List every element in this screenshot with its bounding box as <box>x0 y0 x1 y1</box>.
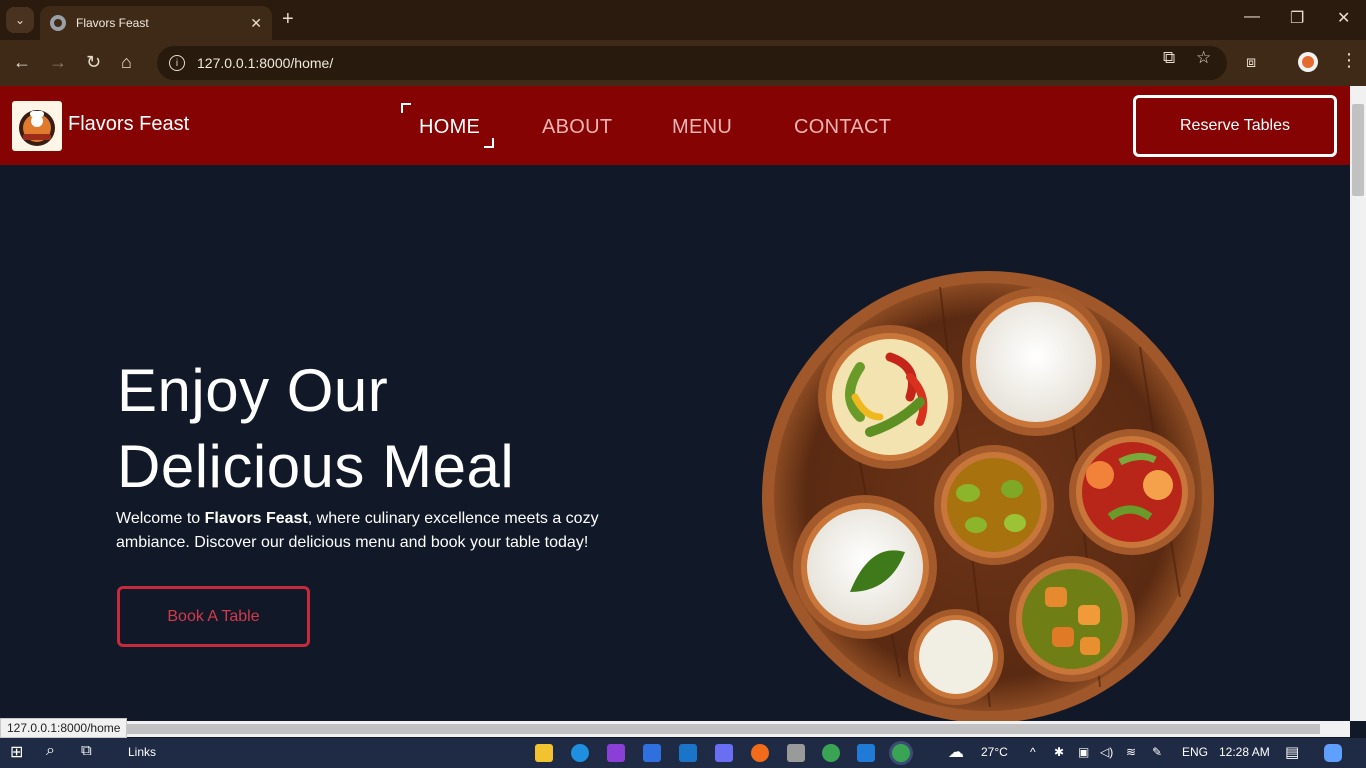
brand-name[interactable]: Flavors Feast <box>68 113 189 136</box>
bookmark-star-icon[interactable]: ☆ <box>1196 48 1211 68</box>
desc-brand: Flavors Feast <box>204 510 308 527</box>
browser-tab-strip: ⌄ Flavors Feast ✕ + — ❐ ✕ <box>0 0 1366 40</box>
copilot-icon[interactable] <box>715 744 733 762</box>
pen-icon[interactable]: ✎ <box>1152 745 1162 759</box>
restore-icon[interactable]: ❐ <box>1290 8 1304 28</box>
search-icon[interactable]: ⌕ <box>46 742 55 760</box>
links-toolbar[interactable]: Links <box>128 745 156 759</box>
profile-avatar[interactable] <box>1298 52 1318 72</box>
store-icon[interactable] <box>643 744 661 762</box>
site-info-icon[interactable]: i <box>169 55 185 71</box>
browser-toolbar: ← → ↻ ⌂ i 127.0.0.1:8000/home/ ⧉ ☆ ⧈ <box>0 40 1366 86</box>
hero-section: Enjoy Our Delicious Meal Welcome to Flav… <box>0 165 1350 721</box>
nav-menu[interactable]: MENU <box>672 116 732 139</box>
weather-icon[interactable]: ☁ <box>948 742 964 762</box>
menu-icon[interactable]: ⋮ <box>1340 50 1358 71</box>
tray-chevron-icon[interactable]: ^ <box>1030 745 1036 759</box>
home-icon[interactable]: ⌂ <box>121 52 132 72</box>
site-navbar: Flavors Feast HOME ABOUT MENU CONTACT Re… <box>0 86 1350 165</box>
minimize-icon[interactable]: — <box>1244 8 1260 26</box>
wifi-icon[interactable]: ≋ <box>1126 745 1136 759</box>
hero-title: Enjoy Our Delicious Meal <box>117 353 514 505</box>
reserve-tables-button[interactable]: Reserve Tables <box>1133 95 1337 157</box>
nav-about[interactable]: ABOUT <box>542 116 612 139</box>
clock[interactable]: 12:28 AM <box>1219 745 1270 759</box>
forward-icon[interactable]: → <box>49 52 67 72</box>
desc-prefix: Welcome to <box>116 510 205 527</box>
horizontal-scroll-thumb[interactable] <box>120 724 1320 734</box>
globe-icon <box>50 15 66 31</box>
vertical-scroll-thumb[interactable] <box>1352 104 1364 196</box>
nav-home[interactable]: HOME <box>419 116 480 139</box>
app-icon[interactable] <box>607 744 625 762</box>
weather-temp[interactable]: 27°C <box>981 745 1008 759</box>
firefox-icon[interactable] <box>751 744 769 762</box>
file-explorer-icon[interactable] <box>535 744 553 762</box>
tab-search-icon[interactable]: ⌄ <box>6 7 34 33</box>
windows-start-icon[interactable]: ⊞ <box>10 742 23 762</box>
hero-title-line2: Delicious Meal <box>117 433 515 500</box>
hero-title-line1: Enjoy Our <box>117 357 389 424</box>
hero-description: Welcome to Flavors Feast, where culinary… <box>116 507 616 555</box>
nav-contact[interactable]: CONTACT <box>794 116 891 139</box>
outlook-icon[interactable] <box>679 744 697 762</box>
language-indicator[interactable]: ENG <box>1182 745 1208 759</box>
restaurant-logo[interactable] <box>12 101 62 151</box>
new-tab-icon[interactable]: + <box>282 8 294 31</box>
status-url-tooltip: 127.0.0.1:8000/home <box>0 718 128 738</box>
extensions-icon[interactable]: ⧈ <box>1246 54 1256 72</box>
close-icon[interactable]: ✕ <box>250 15 262 32</box>
thali-plate-image <box>762 271 1214 721</box>
translate-icon[interactable]: ⧉ <box>1163 48 1175 68</box>
notifications-icon[interactable]: ▤ <box>1285 743 1299 761</box>
task-view-icon[interactable]: ⧉ <box>81 742 92 759</box>
url-text: 127.0.0.1:8000/home/ <box>197 55 334 71</box>
chrome-active-icon[interactable] <box>892 744 910 762</box>
database-icon[interactable] <box>787 744 805 762</box>
book-a-table-button[interactable]: Book A Table <box>117 586 310 647</box>
vscode-icon[interactable] <box>857 744 875 762</box>
window-close-icon[interactable]: ✕ <box>1337 8 1350 28</box>
active-bracket-top <box>401 103 411 113</box>
browser-tab[interactable]: Flavors Feast ✕ <box>40 6 272 40</box>
active-bracket-bottom <box>484 138 494 148</box>
back-icon[interactable]: ← <box>13 52 31 72</box>
copilot-tray-icon[interactable] <box>1324 744 1342 762</box>
tab-title: Flavors Feast <box>76 16 149 30</box>
bluetooth-icon[interactable]: ✱ <box>1054 745 1064 759</box>
volume-icon[interactable]: ◁) <box>1100 745 1113 759</box>
camera-icon[interactable]: ▣ <box>1078 745 1089 759</box>
address-bar[interactable]: i 127.0.0.1:8000/home/ <box>157 46 1227 80</box>
edge-icon[interactable] <box>571 744 589 762</box>
reload-icon[interactable]: ↻ <box>86 52 101 72</box>
chrome-icon[interactable] <box>822 744 840 762</box>
